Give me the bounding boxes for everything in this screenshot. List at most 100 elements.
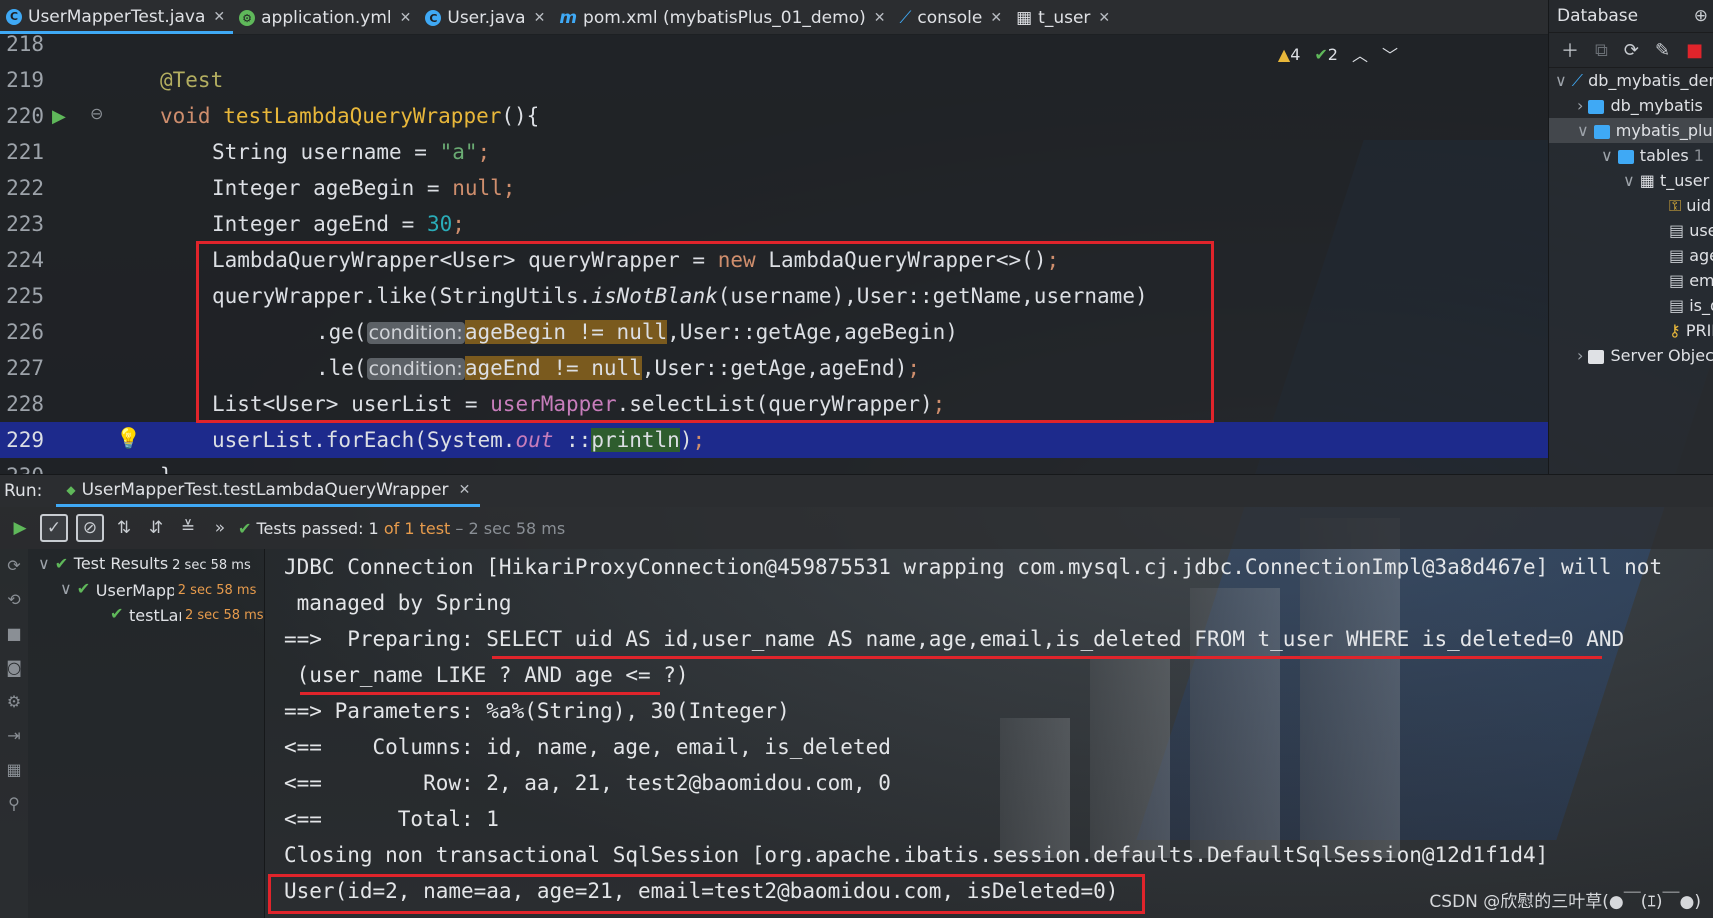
show-ignored-icon[interactable]: ⊘ (76, 514, 104, 542)
mysql-icon: ⟋ (1571, 71, 1589, 90)
key-icon: ⚷ (1669, 321, 1686, 340)
schema-icon (1593, 124, 1610, 139)
annotation: @Test (160, 68, 224, 92)
run-side-toolbar: ⟳ ⟲ ■ ◙ ⚙ ⇥ ▦ ⚲ (0, 549, 28, 918)
test-class-item[interactable]: ∨ ✔ UserMapperTest2 sec 58 ms (28, 576, 264, 601)
code-line: 219 @Test (0, 62, 1548, 98)
tab-user-java[interactable]: C User.java ✕ (419, 2, 553, 34)
crosshair-icon[interactable]: ⊕ (1694, 0, 1708, 32)
code-line: 221 String username = "a"; (6, 140, 491, 164)
chevron-down-icon: ∨ (38, 554, 55, 573)
toggle-auto-test-icon[interactable]: ⟲ (0, 583, 28, 617)
close-icon[interactable]: ✕ (213, 9, 225, 25)
chevron-down-icon: ∨ (1577, 121, 1594, 140)
sort-duration-icon[interactable]: ⇵ (144, 516, 168, 540)
check-icon: ✔ (110, 604, 129, 623)
maven-icon: m (559, 8, 578, 28)
tree-item-datasource[interactable]: ∨ ⟋ db_mybatis_demo (1549, 68, 1713, 93)
console-output[interactable]: JDBC Connection [HikariProxyConnection@4… (264, 549, 1713, 918)
pin-icon[interactable]: ⚲ (0, 787, 28, 821)
expand-all-icon[interactable]: ≚ (176, 516, 200, 540)
run-label: Run: (4, 481, 43, 501)
tree-item-column[interactable]: ▤ age (1549, 243, 1713, 268)
run-test-icon[interactable]: ▶ (52, 106, 66, 127)
chevron-right-icon: › (1577, 346, 1589, 365)
database-title: Database ⊕ (1549, 0, 1713, 33)
add-icon[interactable]: ＋ (1561, 37, 1579, 63)
highlight-box (196, 241, 1214, 423)
close-icon[interactable]: ✕ (874, 10, 886, 26)
stop-icon[interactable]: ■ (1686, 40, 1703, 61)
more-icon[interactable]: » (208, 516, 232, 540)
code-line: 230 } (0, 458, 1548, 474)
fold-icon[interactable]: ⊖ (90, 104, 103, 123)
tree-item-column[interactable]: ▤ email (1549, 268, 1713, 293)
tree-item-key[interactable]: ⚷ PRIMARY (1549, 318, 1713, 343)
tab-label: console (917, 8, 983, 28)
code-line: 229 💡 userList.forEach(System.out ::prin… (6, 426, 706, 452)
folder-icon (1617, 149, 1634, 164)
column-icon: ▤ (1669, 271, 1690, 290)
database-panel: Database ⊕ ＋ ⧉ ⟳ ✎ ■ ∨ ⟋ db_mybatis_demo… (1548, 0, 1713, 474)
console-icon: ⟋ (899, 8, 912, 28)
tree-item-column[interactable]: ▤ is_deleted (1549, 293, 1713, 318)
column-icon: ▤ (1669, 221, 1690, 240)
chevron-right-icon: › (1577, 96, 1589, 115)
column-icon: ▤ (1669, 296, 1690, 315)
lightbulb-icon[interactable]: 💡 (116, 426, 141, 450)
layout-icon[interactable]: ▦ (0, 753, 28, 787)
code-editor[interactable]: ▲4 ✔2 ︿ ﹀ 218 219 @Test 220 ▶ ⊖ void tes… (0, 34, 1548, 474)
check-icon: ✔ (54, 554, 74, 573)
tree-item-schema-selected[interactable]: ∨ mybatis_plus (1549, 118, 1713, 143)
tree-item-table[interactable]: ∨ ▦ t_user (1549, 168, 1713, 193)
chevron-down-icon: ∨ (60, 579, 77, 598)
show-passed-icon[interactable]: ✓ (40, 514, 68, 542)
tab-label: application.yml (261, 8, 392, 28)
console-line: ==> Parameters: %a%(String), 30(Integer) (284, 699, 790, 723)
close-icon[interactable]: ✕ (534, 10, 546, 26)
tab-pom-xml[interactable]: m pom.xml (mybatisPlus_01_demo) ✕ (553, 2, 893, 34)
class-icon: C (425, 10, 442, 26)
code-line: 222 Integer ageBegin = null; (6, 176, 516, 200)
run-tab[interactable]: ◆ UserMapperTest.testLambdaQueryWrapper … (56, 475, 481, 507)
copy-icon[interactable]: ⧉ (1595, 40, 1608, 61)
rerun-failed-icon[interactable]: ⟳ (0, 549, 28, 583)
tree-item-schema[interactable]: › db_mybatis (1549, 93, 1713, 118)
folder-icon (1588, 349, 1605, 364)
settings-icon[interactable]: ⚙ (0, 685, 28, 719)
column-icon: ▤ (1669, 246, 1690, 265)
result-highlight-box (268, 874, 1145, 914)
tab-console[interactable]: ⟋ console ✕ (893, 2, 1010, 34)
close-icon[interactable]: ✕ (1098, 10, 1110, 26)
tree-item-column[interactable]: ▤ user_name (1549, 218, 1713, 243)
test-method-item[interactable]: ✔ testLambdaQueryWrapper2 sec 58 ms (28, 601, 264, 626)
schema-icon (1588, 99, 1605, 114)
check-icon: ✔ (76, 579, 96, 598)
tab-usermappertest[interactable]: C UserMapperTest.java ✕ (0, 2, 234, 34)
tab-t-user[interactable]: ▦ t_user ✕ (1010, 2, 1118, 34)
console-line: <== Row: 2, aa, 21, test2@baomidou.com, … (284, 771, 891, 795)
code-line: 220 ▶ ⊖ void testLambdaQueryWrapper(){ (6, 104, 540, 128)
test-toolbar: ▶ ✓ ⊘ ⇅ ⇵ ≚ » ✔ Tests passed: 1 of 1 tes… (0, 507, 1713, 549)
test-results-root[interactable]: ∨ ✔ Test Results 2 sec 58 ms (28, 551, 264, 576)
tree-item-server-objects[interactable]: › Server Objects (1549, 343, 1713, 368)
export-icon[interactable]: ⇥ (0, 719, 28, 753)
editor-tab-bar: C UserMapperTest.java ✕ ⚙ application.ym… (0, 0, 1548, 35)
tab-label: User.java (447, 8, 526, 28)
refresh-icon[interactable]: ⟳ (1624, 40, 1639, 61)
tree-item-tables[interactable]: ∨ tables 1 (1549, 143, 1713, 168)
tree-item-column[interactable]: ⚿ uid (1549, 193, 1713, 218)
chevron-down-icon: ∨ (1623, 171, 1640, 190)
code-line: 218 (6, 34, 44, 56)
close-icon[interactable]: ✕ (990, 10, 1002, 26)
stop-icon[interactable]: ■ (0, 617, 28, 651)
table-icon: ▦ (1016, 8, 1033, 28)
rerun-icon[interactable]: ▶ (8, 516, 32, 540)
camera-icon[interactable]: ◙ (0, 651, 28, 685)
class-icon: C (6, 8, 22, 25)
properties-icon[interactable]: ✎ (1655, 40, 1670, 61)
close-icon[interactable]: ✕ (459, 482, 471, 498)
sort-alpha-icon[interactable]: ⇅ (112, 516, 136, 540)
tab-application-yml[interactable]: ⚙ application.yml ✕ (233, 2, 419, 34)
close-icon[interactable]: ✕ (400, 10, 412, 26)
